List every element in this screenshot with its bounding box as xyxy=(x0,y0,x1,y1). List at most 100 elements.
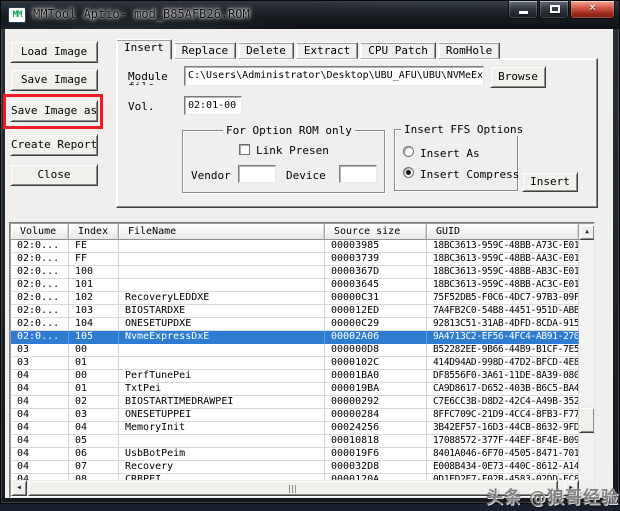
table-cell: 03 xyxy=(69,409,119,422)
table-cell: BIOSTARDXE xyxy=(119,305,325,318)
vol-label: Vol. xyxy=(128,100,155,113)
table-cell: 01 xyxy=(69,383,119,396)
table-cell xyxy=(119,240,325,253)
scroll-left-button[interactable]: ◀ xyxy=(11,480,27,496)
tab-replace[interactable]: Replace xyxy=(174,42,236,59)
load-image-button[interactable]: Load Image xyxy=(10,41,98,63)
table-cell: RecoveryLEDDXE xyxy=(119,292,325,305)
insert-button[interactable]: Insert xyxy=(522,172,578,192)
vol-input[interactable]: 02:01-00 xyxy=(184,96,242,115)
table-cell: 01 xyxy=(69,357,119,370)
vertical-scroll-thumb[interactable] xyxy=(579,407,595,433)
table-cell: UsbBotPeim xyxy=(119,448,325,461)
close-window-button[interactable]: Close xyxy=(10,164,98,186)
vertical-scrollbar[interactable]: ▲ ▼ xyxy=(579,224,595,498)
table-header: VolumeIndexFileNameSource sizeGUID xyxy=(11,224,579,240)
table-cell xyxy=(119,357,325,370)
insert-as-radio[interactable] xyxy=(403,146,414,157)
table-row[interactable]: 04050001081817088572-377F-44EF-8F4E-B09F… xyxy=(11,435,579,448)
link-present-checkbox[interactable] xyxy=(239,144,250,155)
table-cell: 00002A06 xyxy=(325,331,427,344)
table-cell: 02:0... xyxy=(11,292,69,305)
tab-romhole[interactable]: RomHole xyxy=(438,42,500,59)
ffs-table: VolumeIndexFileNameSource sizeGUID 02:0.… xyxy=(9,222,595,498)
table-cell: CA9D8617-D652-403B-B6C5-BA4757 xyxy=(427,383,579,396)
table-row[interactable]: 03010000102C414D94AD-998D-47D2-BFCD-4E88… xyxy=(11,357,579,370)
column-header-filename[interactable]: FileName xyxy=(119,224,325,240)
tab-cpu-patch[interactable]: CPU Patch xyxy=(360,42,436,59)
ffs-options-group-title: Insert FFS Options xyxy=(401,123,526,136)
table-cell: 17088572-377F-44EF-8F4E-B09FF1 xyxy=(427,435,579,448)
horizontal-scroll-thumb[interactable] xyxy=(28,480,558,496)
table-row[interactable]: 02:0...105NvmeExpressDxE00002A069A4713C2… xyxy=(11,331,579,344)
table-row[interactable]: 0404MemoryInit000242563B42EF57-16D3-44CB… xyxy=(11,422,579,435)
module-path-input[interactable]: C:\Users\Administrator\Desktop\UBU_AFU\U… xyxy=(184,66,484,86)
table-cell: 04 xyxy=(11,435,69,448)
create-report-button[interactable]: Create Report xyxy=(10,134,98,156)
table-cell xyxy=(119,435,325,448)
device-input[interactable] xyxy=(339,165,377,183)
table-cell: 02 xyxy=(69,396,119,409)
table-cell: 00003985 xyxy=(325,240,427,253)
table-cell: 04 xyxy=(11,448,69,461)
table-cell xyxy=(119,266,325,279)
table-cell: 18BC3613-959C-48BB-A73C-E017A4 xyxy=(427,240,579,253)
table-cell: E008B434-0E73-440C-8612-A143F6 xyxy=(427,461,579,474)
table-cell: 00000C31 xyxy=(325,292,427,305)
table-row[interactable]: 0407Recovery000032D8E008B434-0E73-440C-8… xyxy=(11,461,579,474)
column-header-volume[interactable]: Volume xyxy=(11,224,69,240)
insert-compress-radio[interactable] xyxy=(403,167,414,178)
browse-button[interactable]: Browse xyxy=(490,66,546,88)
vendor-input[interactable] xyxy=(238,165,276,183)
title-bar[interactable]: MM MMTool Aptio- mod_B85AFB26.ROM ✕ xyxy=(1,1,619,29)
table-cell: 02:0... xyxy=(11,266,69,279)
column-header-guid[interactable]: GUID xyxy=(427,224,579,240)
table-cell: 00 xyxy=(69,344,119,357)
table-cell: 04 xyxy=(11,383,69,396)
table-row[interactable]: 02:0...FF0000373918BC3613-959C-48BB-AA3C… xyxy=(11,253,579,266)
table-cell: 05 xyxy=(69,435,119,448)
insert-tab-panel: Module file C:\Users\Administrator\Deskt… xyxy=(116,58,598,208)
table-cell: 000000D8 xyxy=(325,344,427,357)
column-header-source-size[interactable]: Source size xyxy=(325,224,427,240)
table-cell: 00003645 xyxy=(325,279,427,292)
table-row[interactable]: 0406UsbBotPeim000019F68401A046-6F70-4505… xyxy=(11,448,579,461)
table-row[interactable]: 0300000000D8B52282EE-9B66-44B9-B1CF-7E50… xyxy=(11,344,579,357)
table-cell: C7E6CC3B-D8D2-42C4-A49B-352424 xyxy=(427,396,579,409)
table-row[interactable]: 0401TxtPei000019BACA9D8617-D652-403B-B6C… xyxy=(11,383,579,396)
table-rows: 02:0...FE0000398518BC3613-959C-48BB-A73C… xyxy=(11,240,579,480)
desktop: MM MMTool Aptio- mod_B85AFB26.ROM ✕ Load… xyxy=(0,0,620,511)
table-cell: 18BC3613-959C-48BB-AB3C-E017A4 xyxy=(427,266,579,279)
tab-extract[interactable]: Extract xyxy=(296,42,358,59)
table-cell: 105 xyxy=(69,331,119,344)
table-row[interactable]: 0403ONESETUPPEI000002848FFC709C-21D9-4CC… xyxy=(11,409,579,422)
close-button[interactable]: ✕ xyxy=(570,1,615,19)
table-cell: 04 xyxy=(11,422,69,435)
tab-delete[interactable]: Delete xyxy=(238,42,294,59)
table-row[interactable]: 02:0...103BIOSTARDXE000012ED7A4FB2C0-54B… xyxy=(11,305,579,318)
table-row[interactable]: 02:0...102RecoveryLEDDXE00000C3175F52DB5… xyxy=(11,292,579,305)
table-row[interactable]: 02:0...FE0000398518BC3613-959C-48BB-A73C… xyxy=(11,240,579,253)
save-image-button[interactable]: Save Image xyxy=(10,69,98,91)
window-title: MMTool Aptio- mod_B85AFB26.ROM xyxy=(33,7,250,21)
table-cell: 04 xyxy=(11,461,69,474)
column-header-index[interactable]: Index xyxy=(69,224,119,240)
table-row[interactable]: 02:0...1000000367D18BC3613-959C-48BB-AB3… xyxy=(11,266,579,279)
vendor-label: Vendor xyxy=(191,169,231,182)
table-cell: 0000102C xyxy=(325,357,427,370)
table-row[interactable]: 02:0...1010000364518BC3613-959C-48BB-AC3… xyxy=(11,279,579,292)
table-cell: 02:0... xyxy=(11,240,69,253)
table-cell: 000032D8 xyxy=(325,461,427,474)
maximize-button[interactable] xyxy=(539,1,569,19)
minimize-button[interactable] xyxy=(508,1,538,19)
table-row[interactable]: 0400PerfTunePei00001BA0DF8556F0-3A61-11D… xyxy=(11,370,579,383)
scroll-up-icon: ▲ xyxy=(585,228,589,235)
ffs-options-group: Insert FFS Options Insert As Insert Comp… xyxy=(394,129,518,191)
highlight-box xyxy=(3,94,103,129)
table-row[interactable]: 0402BIOSTARTIMEDRAWPEI00000292C7E6CC3B-D… xyxy=(11,396,579,409)
table-row[interactable]: 02:0...104ONESETUPDXE00000C2992813C51-31… xyxy=(11,318,579,331)
table-cell: 03 xyxy=(11,357,69,370)
scroll-up-button[interactable]: ▲ xyxy=(579,224,595,240)
insert-as-label: Insert As xyxy=(420,147,480,160)
tab-insert[interactable]: Insert xyxy=(116,39,172,60)
